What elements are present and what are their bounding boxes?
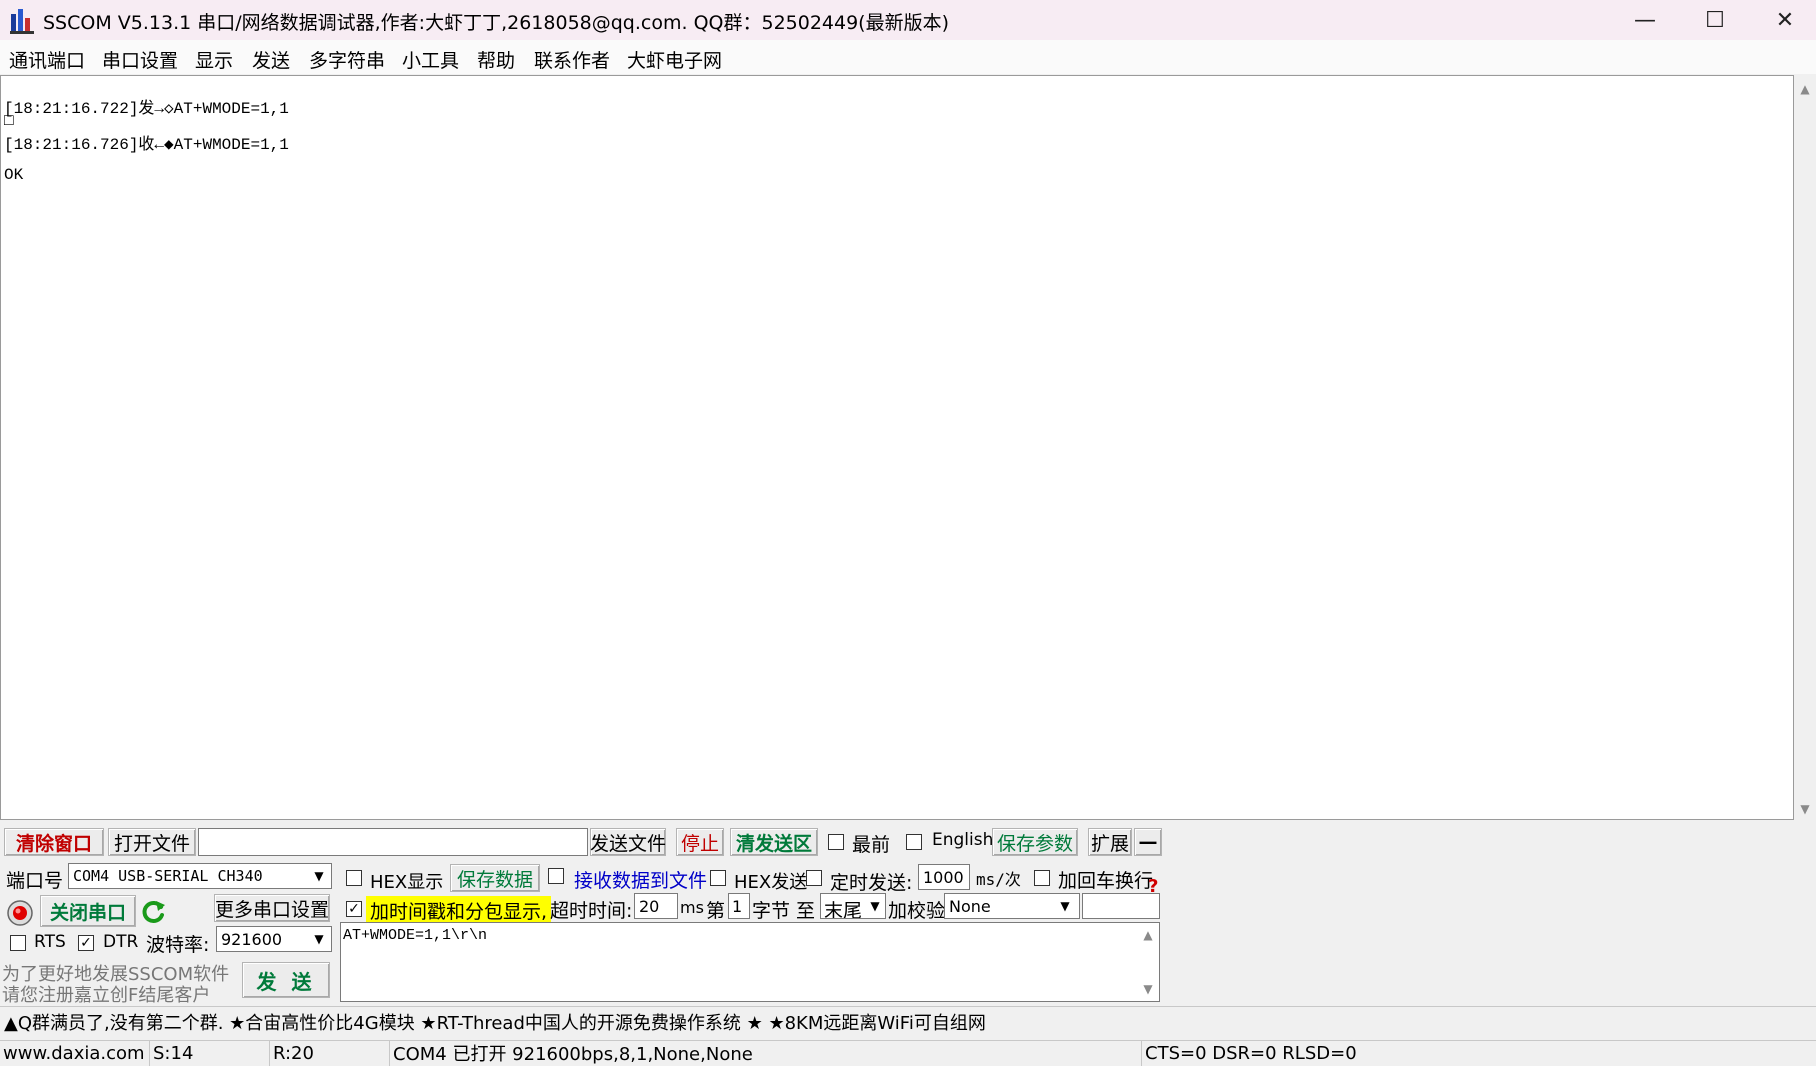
clear-send-button[interactable]: 清发送区 [730,828,818,856]
interval-unit: ms/次 [976,870,1021,889]
chevron-down-icon[interactable]: ▼ [1054,894,1076,918]
scroll-up-icon[interactable]: ▲ [1137,928,1159,942]
close-button[interactable]: ✕ [1750,0,1816,40]
port-select[interactable]: COM4 USB-SERIAL CH340 [68,863,332,889]
status-sent-count: S:14 [150,1040,270,1066]
recv-to-file-checkbox[interactable] [548,868,564,884]
ticker-text[interactable]: ▲Q群满员了,没有第二个群. ★合宙高性价比4G模块 ★RT-Thread中国人… [4,1009,986,1035]
baud-label: 波特率: [146,934,210,956]
timeout-unit: ms [680,898,704,917]
byte-from-label: 第 [706,900,726,922]
checksum-result-field [1082,893,1160,919]
hex-display-label: HEX显示 [370,872,444,893]
close-port-button[interactable]: 关闭串口 [40,895,136,927]
save-params-button[interactable]: 保存参数 [992,828,1078,856]
menu-help[interactable]: 帮助 [477,46,515,73]
stop-button[interactable]: 停止 [676,828,724,856]
menu-multi-string[interactable]: 多字符串 [309,46,385,73]
add-crlf-label: 加回车换行 [1058,870,1154,892]
topmost-label: 最前 [852,834,891,856]
menu-contact-author[interactable]: 联系作者 [534,46,610,73]
file-path-input[interactable] [198,828,588,856]
chevron-down-icon[interactable]: ▼ [308,864,330,888]
receive-line: □ [4,112,14,130]
add-crlf-checkbox[interactable] [1034,870,1050,886]
expand-button[interactable]: 扩展 [1088,828,1132,856]
receive-scrollbar[interactable] [1794,75,1816,820]
timestamp-label: 加时间戳和分包显示, [366,896,552,923]
topmost-checkbox[interactable] [828,834,844,850]
dtr-label: DTR [103,932,139,952]
chevron-down-icon[interactable]: ▼ [308,927,330,951]
receive-line: [18:21:16.726]收←◆AT+WMODE=1,1 [4,136,289,154]
hex-send-checkbox[interactable] [710,870,726,886]
receive-line: OK [4,166,24,184]
hex-send-label: HEX发送 [734,872,808,893]
clear-window-button[interactable]: 清除窗口 [4,828,104,856]
more-serial-settings-button[interactable]: 更多串口设置 [214,894,330,922]
chevron-down-icon[interactable]: ▼ [864,894,886,918]
port-status-icon [7,900,33,926]
send-button[interactable]: 发 送 [242,962,330,998]
app-icon [10,6,36,34]
hex-display-checkbox[interactable] [346,870,362,886]
port-label: 端口号 [6,870,64,892]
rts-label: RTS [34,932,66,952]
timestamp-checkbox[interactable]: ✓ [346,901,362,917]
open-file-button[interactable]: 打开文件 [108,828,196,856]
menu-serial-settings[interactable]: 串口设置 [102,46,178,73]
save-data-button[interactable]: 保存数据 [450,864,540,892]
menu-tools[interactable]: 小工具 [402,46,459,73]
timed-send-label: 定时发送: [830,872,913,894]
dtr-checkbox[interactable]: ✓ [78,935,94,951]
receive-line: [18:21:16.722]发→◇AT+WMODE=1,1 [4,100,289,118]
byte-from-input[interactable]: 1 [728,893,750,919]
minimize-button[interactable]: — [1610,0,1680,40]
scroll-down-icon[interactable]: ▼ [1137,982,1159,996]
status-port: COM4 已打开 921600bps,8,1,None,None [390,1040,1142,1066]
menu-daxia-site[interactable]: 大虾电子网 [627,46,722,73]
english-label: English [932,830,994,850]
timed-send-checkbox[interactable] [806,870,822,886]
collapse-button[interactable]: — [1134,828,1162,856]
status-lines: CTS=0 DSR=0 RLSD=0 [1145,1042,1357,1064]
refresh-icon[interactable] [140,898,168,926]
maximize-button[interactable]: ☐ [1680,0,1750,40]
window-title: SSCOM V5.13.1 串口/网络数据调试器,作者:大虾丁丁,2618058… [43,12,950,34]
menu-send[interactable]: 发送 [252,46,290,73]
scroll-down-icon[interactable]: ▼ [1794,802,1816,816]
send-file-button[interactable]: 发送文件 [590,828,666,856]
byte-unit-label: 字节 至 [752,900,816,922]
recv-to-file-label: 接收数据到文件 [574,870,708,892]
menu-comm-port[interactable]: 通讯端口 [9,46,85,73]
rts-checkbox[interactable] [10,935,26,951]
timeout-label: 超时时间: [550,900,633,922]
receive-area[interactable] [0,75,1794,820]
send-text-area[interactable]: AT+WMODE=1,1\r\n [340,922,1160,1002]
status-recv-count: R:20 [270,1040,390,1066]
checksum-label: 加校验 [888,900,946,922]
menu-display[interactable]: 显示 [195,46,233,73]
english-checkbox[interactable] [906,834,922,850]
timeout-input[interactable]: 20 [634,893,678,919]
status-site[interactable]: www.daxia.com [0,1040,150,1066]
interval-input[interactable]: 1000 [918,864,970,890]
promo-line2[interactable]: 请您注册嘉立创F结尾客户 [2,981,210,1007]
scroll-up-icon[interactable]: ▲ [1794,82,1816,96]
